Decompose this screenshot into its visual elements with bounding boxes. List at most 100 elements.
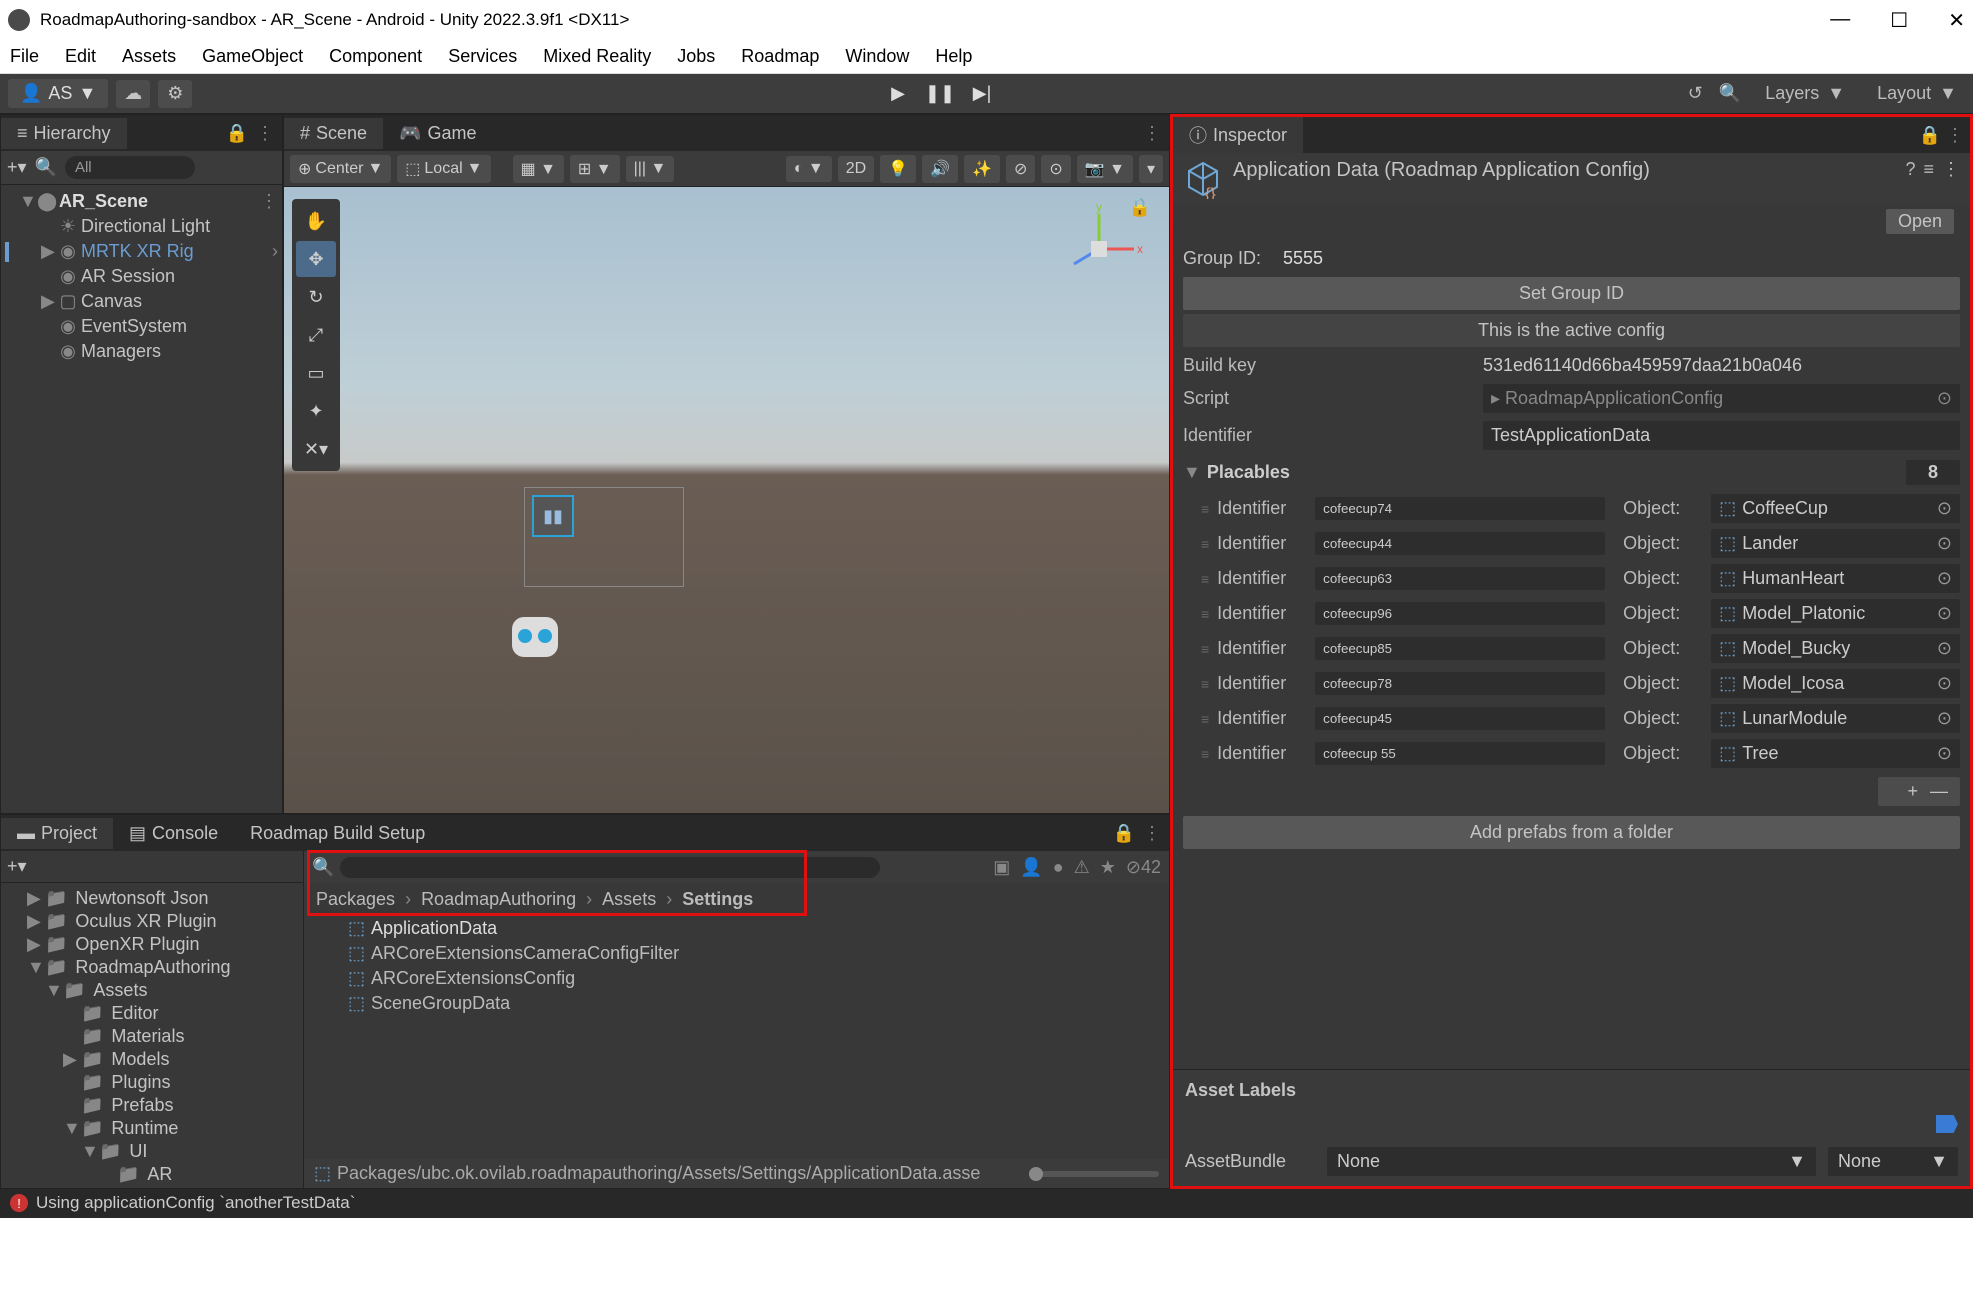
object-picker-icon[interactable]: ⊙ xyxy=(1937,638,1952,659)
orientation-gizmo[interactable]: y x 🔒 xyxy=(1049,199,1149,299)
project-tree-item[interactable]: Prefabs xyxy=(1,1094,303,1117)
grid-icon[interactable]: ▦ ▼ xyxy=(513,155,564,183)
hidden-icon[interactable]: ⊘ xyxy=(1006,155,1035,183)
placable-id-input[interactable] xyxy=(1315,567,1605,590)
space-dropdown[interactable]: ⬚Local ▼ xyxy=(397,155,490,183)
hierarchy-search[interactable] xyxy=(65,156,195,179)
drag-handle-icon[interactable]: ≡ xyxy=(1201,606,1209,622)
close-icon[interactable]: ✕ xyxy=(1948,8,1965,33)
project-file[interactable]: ⬚ARCoreExtensionsCameraConfigFilter xyxy=(316,941,1157,966)
layers-dropdown[interactable]: Layers▼ xyxy=(1757,83,1853,104)
object-picker-icon[interactable]: ⊙ xyxy=(1937,498,1952,519)
tab-hierarchy[interactable]: ≡Hierarchy xyxy=(1,118,127,149)
menu-gameobject[interactable]: GameObject xyxy=(202,46,303,67)
menu-mixed-reality[interactable]: Mixed Reality xyxy=(543,46,651,67)
project-tree-item[interactable]: ▶OpenXR Plugin xyxy=(1,933,303,956)
menu-assets[interactable]: Assets xyxy=(122,46,176,67)
transform-tool-icon[interactable]: ✦ xyxy=(296,393,336,429)
add-icon[interactable]: +▾ xyxy=(7,157,27,178)
placables-header[interactable]: ▼ Placables 8 xyxy=(1183,454,1960,491)
tab-game[interactable]: 🎮Game xyxy=(383,118,492,149)
menu-window[interactable]: Window xyxy=(845,46,909,67)
drag-handle-icon[interactable]: ≡ xyxy=(1201,676,1209,692)
breadcrumb-item[interactable]: Assets xyxy=(602,889,656,910)
hidden-count[interactable]: ⊘42 xyxy=(1126,857,1161,878)
project-tree-item[interactable]: ▼RoadmapAuthoring xyxy=(1,956,303,979)
hierarchy-item[interactable]: ▼⬤AR_Scene⋮ xyxy=(1,189,282,214)
object-picker-icon[interactable]: ⊙ xyxy=(1937,708,1952,729)
tab-project[interactable]: ▬ Project xyxy=(1,818,113,849)
project-tree-item[interactable]: ▶Models xyxy=(1,1048,303,1071)
project-tree-item[interactable]: VR xyxy=(1,1186,303,1188)
scene-object[interactable]: ▮▮ xyxy=(512,617,558,657)
error-icon[interactable]: ! xyxy=(10,1194,28,1212)
tab-roadmap-build[interactable]: Roadmap Build Setup xyxy=(234,818,441,849)
placable-object-field[interactable]: ⬚Tree⊙ xyxy=(1711,739,1960,768)
menu-roadmap[interactable]: Roadmap xyxy=(741,46,819,67)
hand-tool-icon[interactable]: ✋ xyxy=(296,203,336,239)
project-tree-item[interactable]: AR xyxy=(1,1163,303,1186)
tag-icon[interactable] xyxy=(1936,1115,1958,1133)
move-tool-icon[interactable]: ✥ xyxy=(296,241,336,277)
placable-object-field[interactable]: ⬚HumanHeart⊙ xyxy=(1711,564,1960,593)
object-picker-icon[interactable]: ⊙ xyxy=(1937,603,1952,624)
lock-icon[interactable]: 🔒 xyxy=(1105,823,1143,844)
more-icon[interactable]: ⋮ xyxy=(256,123,282,144)
shading-icon[interactable]: ◐ ▼ xyxy=(786,156,832,182)
pause-button[interactable]: ❚❚ xyxy=(922,80,958,108)
placable-id-input[interactable] xyxy=(1315,707,1605,730)
favorites-icon[interactable]: 👤 xyxy=(1020,857,1042,878)
placable-object-field[interactable]: ⬚Model_Icosa⊙ xyxy=(1711,669,1960,698)
add-prefabs-button[interactable]: Add prefabs from a folder xyxy=(1183,816,1960,849)
object-picker-icon[interactable]: ⊙ xyxy=(1937,568,1952,589)
project-tree-item[interactable]: ▼Assets xyxy=(1,979,303,1002)
more-icon[interactable]: ⋮ xyxy=(1135,123,1169,144)
play-button[interactable]: ▶ xyxy=(880,80,916,108)
account-dropdown[interactable]: 👤 AS ▼ xyxy=(8,79,108,108)
snap-icon[interactable]: ⊞ ▼ xyxy=(570,155,620,183)
step-button[interactable]: ▶| xyxy=(964,80,1000,108)
scene-viewport[interactable]: ✋ ✥ ↻ ⤢ ▭ ✦ ✕▾ y x 🔒 ▮▮ xyxy=(284,187,1169,813)
more-icon[interactable]: ⋮ xyxy=(1942,159,1960,180)
history-icon[interactable]: ↺ xyxy=(1688,83,1703,104)
maximize-icon[interactable]: ☐ xyxy=(1890,8,1908,33)
layout-dropdown[interactable]: Layout▼ xyxy=(1869,83,1965,104)
placable-id-input[interactable] xyxy=(1315,742,1605,765)
star-icon[interactable]: ★ xyxy=(1100,857,1116,878)
placable-id-input[interactable] xyxy=(1315,672,1605,695)
remove-icon[interactable]: — xyxy=(1930,781,1948,802)
project-tree-item[interactable]: Materials xyxy=(1,1025,303,1048)
project-search[interactable] xyxy=(340,857,880,878)
menu-services[interactable]: Services xyxy=(448,46,517,67)
project-file[interactable]: ⬚ApplicationData xyxy=(316,916,1157,941)
menu-jobs[interactable]: Jobs xyxy=(677,46,715,67)
minimize-icon[interactable]: — xyxy=(1830,8,1850,33)
type-icon[interactable]: ● xyxy=(1053,857,1064,878)
menu-file[interactable]: File xyxy=(10,46,39,67)
add-icon[interactable]: + xyxy=(1907,781,1918,802)
menu-help[interactable]: Help xyxy=(935,46,972,67)
breadcrumb-item[interactable]: RoadmapAuthoring xyxy=(421,889,576,910)
rect-tool-icon[interactable]: ▭ xyxy=(296,355,336,391)
breadcrumb-item[interactable]: Packages xyxy=(316,889,395,910)
scale-tool-icon[interactable]: ⤢ xyxy=(296,317,336,353)
assetbundle-dropdown[interactable]: None▼ xyxy=(1327,1147,1816,1176)
project-tree-item[interactable]: ▼Runtime xyxy=(1,1117,303,1140)
custom-tool-icon[interactable]: ✕▾ xyxy=(296,431,336,467)
warning-icon[interactable]: ⚠ xyxy=(1074,857,1090,878)
placable-id-input[interactable] xyxy=(1315,497,1605,520)
fx-icon[interactable]: ✨ xyxy=(964,155,1000,183)
zoom-slider[interactable] xyxy=(1029,1171,1159,1177)
hierarchy-item[interactable]: ▶▢Canvas xyxy=(1,289,282,314)
placable-object-field[interactable]: ⬚Lander⊙ xyxy=(1711,529,1960,558)
placable-object-field[interactable]: ⬚Model_Bucky⊙ xyxy=(1711,634,1960,663)
filter-icon[interactable]: ▣ xyxy=(993,857,1010,878)
set-group-id-button[interactable]: Set Group ID xyxy=(1183,277,1960,310)
cloud-icon[interactable]: ☁ xyxy=(116,80,150,108)
rotate-tool-icon[interactable]: ↻ xyxy=(296,279,336,315)
lock-icon[interactable]: 🔒 xyxy=(1129,197,1151,218)
hierarchy-item[interactable]: ◉EventSystem xyxy=(1,314,282,339)
drag-handle-icon[interactable]: ≡ xyxy=(1201,746,1209,762)
breadcrumb-item[interactable]: Settings xyxy=(682,889,753,910)
hierarchy-item[interactable]: ◉Managers xyxy=(1,339,282,364)
